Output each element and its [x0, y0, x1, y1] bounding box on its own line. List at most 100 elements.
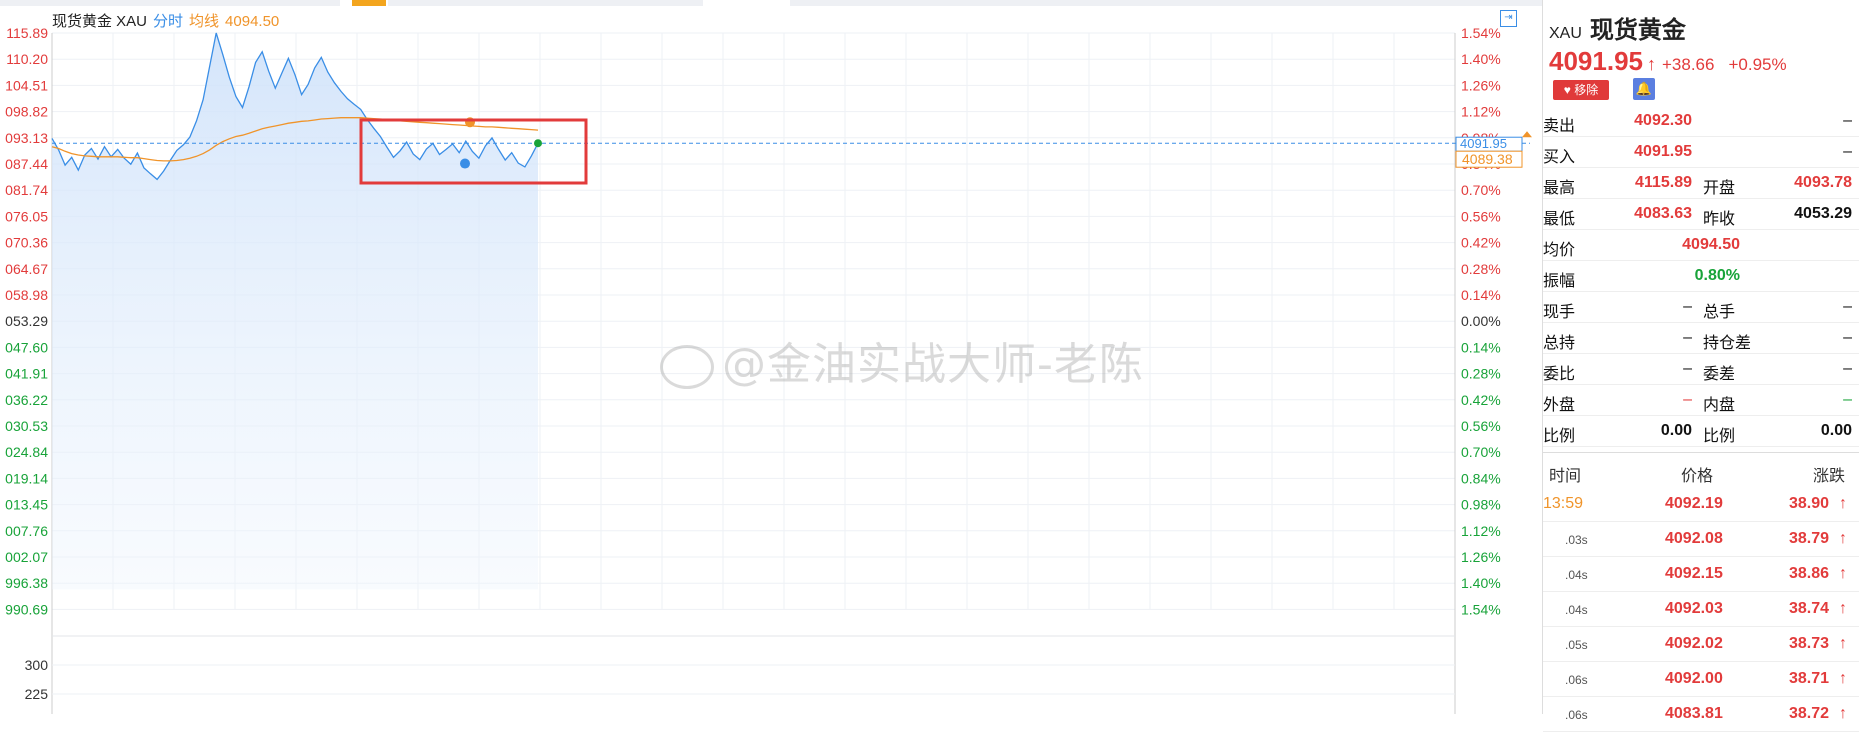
quote-label: 振幅	[1543, 273, 1576, 290]
y-tick-label-right: 1.40%	[1461, 575, 1501, 591]
y-tick-label-right: 0.56%	[1461, 418, 1501, 434]
trade-price: 4092.03	[1665, 600, 1723, 617]
trade-change: 38.73	[1789, 635, 1830, 652]
price-row: 4091.95 ↑ +38.66 +0.95%	[1549, 46, 1801, 77]
symbol-name: 现货黄金	[1589, 15, 1686, 44]
quote-row: 最低 4083.63 昨收 4053.29	[1543, 199, 1859, 230]
trade-price: 4092.19	[1665, 495, 1723, 512]
trade-time: .04s	[1565, 568, 1588, 582]
bell-icon[interactable]: 🔔	[1633, 78, 1655, 100]
arrow-up-icon: ↑	[1839, 635, 1847, 652]
watermark-text: @金油实战大师-老陈	[722, 339, 1144, 390]
y-tick-label-left: 076.05	[5, 208, 48, 224]
quote-value: –	[1843, 143, 1852, 160]
quote-panel: XAU 现货黄金 4091.95 ↑ +38.66 +0.95% ♥ 移除 🔔 卖出 40…	[1542, 0, 1859, 732]
quote-value: –	[1843, 329, 1852, 346]
quote-label: 总持	[1543, 335, 1576, 352]
timeshare-mode-label[interactable]: 分时	[153, 13, 183, 30]
quote-value: 4083.63	[1634, 205, 1692, 222]
y-tick-label-left: 064.67	[5, 261, 48, 277]
quote-value: 0.00	[1820, 422, 1852, 439]
ma-label: 均线	[189, 13, 220, 30]
quote-label: 均价	[1543, 242, 1576, 259]
price-change: +38.66	[1661, 55, 1715, 74]
trade-price: 4092.15	[1665, 565, 1723, 582]
y-tick-label-left: 058.98	[5, 287, 48, 303]
expand-icon[interactable]: ⇥	[1500, 10, 1517, 27]
y-tick-label-left: 041.91	[5, 366, 48, 382]
y-tick-label-left: 110.20	[6, 51, 48, 67]
y-tick-label-left: 036.22	[5, 392, 48, 408]
tag-arrow-icon	[1522, 131, 1532, 138]
quote-label: 买入	[1543, 149, 1576, 166]
y-tick-label-right: 0.70%	[1461, 182, 1501, 198]
trade-change: 38.86	[1789, 565, 1830, 582]
trade-change: 38.71	[1789, 670, 1830, 687]
y-tick-label-right: 0.98%	[1461, 497, 1501, 513]
quote-value: 0.80%	[1694, 267, 1740, 284]
trade-row: .06s 4092.00 38.71 ↑	[1543, 661, 1859, 697]
trade-row: .06s 4083.81 38.72 ↑	[1543, 696, 1859, 732]
y-tick-label-right: 0.70%	[1461, 444, 1501, 460]
trade-time: .05s	[1565, 638, 1588, 652]
trades-col-change: 涨跌	[1813, 468, 1846, 485]
trades-col-price: 价格	[1681, 468, 1714, 485]
quote-label: 外盘	[1543, 397, 1576, 414]
y-tick-label-left: 990.69	[5, 601, 48, 617]
trade-row: .05s 4092.02 38.73 ↑	[1543, 626, 1859, 662]
quote-label: 委比	[1543, 366, 1576, 383]
quote-value: –	[1843, 112, 1852, 129]
quote-label: 最低	[1543, 211, 1576, 228]
quote-value: 0.00	[1660, 422, 1692, 439]
y-tick-label-right: 1.12%	[1461, 523, 1501, 539]
y-tick-label-left: 024.84	[5, 444, 48, 460]
y-tick-label-right: 1.54%	[1461, 601, 1501, 617]
trade-price: 4092.02	[1665, 635, 1723, 652]
current-price-tag: 4091.95	[1460, 136, 1507, 151]
y-tick-label-right: 0.00%	[1461, 313, 1501, 329]
last-price-dot	[534, 139, 542, 148]
intraday-chart[interactable]: 115.89 1.54% 110.20 1.40% 104.51 1.26% 098.82 1…	[0, 0, 1540, 714]
y-tick-label-left: 115.89	[6, 25, 48, 41]
ma-value: 4094.50	[225, 13, 280, 30]
quote-row: 比例 0.00 比例 0.00	[1543, 416, 1859, 447]
arrow-up-icon: ↑	[1839, 565, 1847, 582]
y-tick-label-left: 070.36	[5, 235, 48, 251]
quote-value: 4093.78	[1794, 174, 1852, 191]
y-tick-label-right: 0.56%	[1461, 208, 1501, 224]
trade-change: 38.79	[1789, 530, 1830, 547]
trade-row: .04s 4092.03 38.74 ↑	[1543, 591, 1859, 627]
quote-value: 4053.29	[1794, 205, 1852, 222]
quote-value: –	[1683, 360, 1692, 377]
y-tick-label-left: 093.13	[5, 130, 48, 146]
quote-label: 最高	[1543, 180, 1576, 197]
quote-value: –	[1843, 298, 1852, 315]
y-tick-label-right: 0.28%	[1461, 366, 1501, 382]
quote-row: 最高 4115.89 开盘 4093.78	[1543, 168, 1859, 199]
quote-row: 振幅 0.80%	[1543, 261, 1859, 292]
price-marker-dot	[460, 158, 470, 169]
quote-value: 4115.89	[1635, 174, 1692, 191]
y-tick-label-left: 019.14	[5, 470, 48, 486]
quote-value: –	[1843, 391, 1852, 408]
trade-change: 38.74	[1789, 600, 1830, 617]
y-tick-label-right: 0.42%	[1461, 392, 1501, 408]
y-tick-label-left: 047.60	[5, 339, 48, 355]
chart-header: 现货黄金 XAU 分时 均线 4094.50	[52, 10, 279, 31]
y-tick-label-left: 030.53	[5, 418, 48, 434]
y-tick-label-right: 1.40%	[1461, 51, 1501, 67]
quote-row: 外盘 – 内盘 –	[1543, 385, 1859, 416]
y-tick-label-right: 1.12%	[1461, 104, 1501, 120]
symbol-code: XAU	[1549, 25, 1582, 42]
arrow-up-icon: ↑	[1839, 670, 1847, 687]
arrow-up-icon: ↑	[1839, 495, 1847, 512]
y-tick-label-left: 087.44	[5, 156, 48, 172]
y-tick-label-right: 1.26%	[1461, 549, 1501, 565]
y-tick-label-right: 0.84%	[1461, 470, 1501, 486]
y-tick-label-right: 0.42%	[1461, 235, 1501, 251]
trade-time: .06s	[1565, 673, 1588, 687]
quote-label: 比例	[1703, 428, 1736, 445]
remove-watchlist-button[interactable]: ♥ 移除	[1553, 80, 1609, 100]
chart-title: 现货黄金 XAU	[52, 13, 148, 30]
quote-label: 开盘	[1703, 180, 1736, 197]
